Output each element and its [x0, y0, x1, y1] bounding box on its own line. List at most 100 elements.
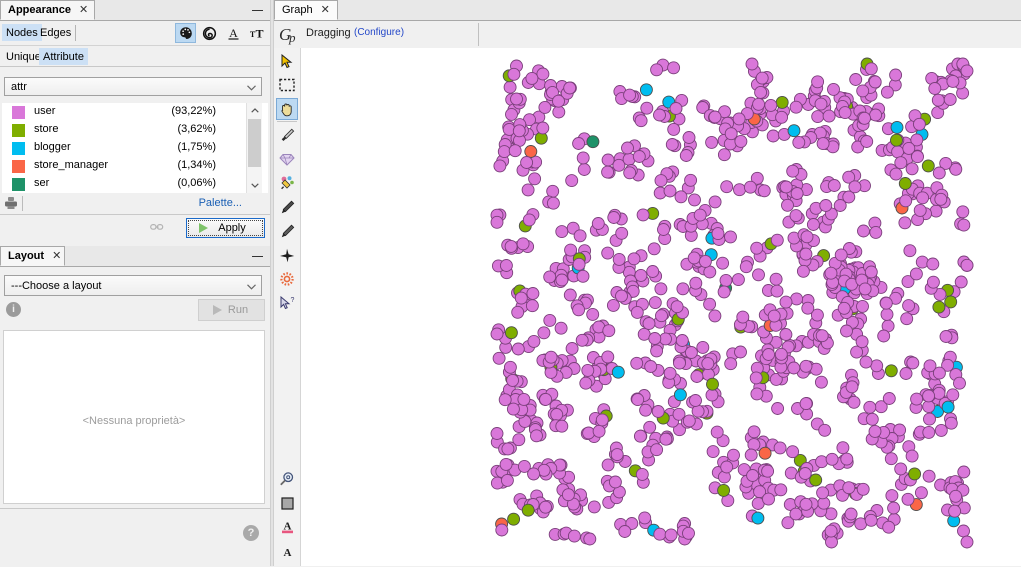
graph-node[interactable]	[856, 84, 870, 98]
graph-node[interactable]	[505, 107, 518, 121]
graph-node[interactable]	[708, 195, 722, 209]
graph-node[interactable]	[860, 135, 874, 148]
layout-select[interactable]: ---Choose a layout	[4, 275, 262, 296]
graph-node[interactable]	[869, 225, 883, 239]
graph-node[interactable]	[550, 408, 564, 421]
graph-node[interactable]	[825, 535, 838, 549]
graph-node[interactable]	[719, 273, 733, 287]
graph-node[interactable]	[696, 340, 710, 354]
graph-node[interactable]	[635, 467, 649, 481]
graph-node[interactable]	[724, 357, 738, 371]
graph-node[interactable]	[689, 394, 702, 407]
graph-node[interactable]	[758, 446, 772, 460]
graph-node[interactable]	[615, 226, 629, 240]
graph-node[interactable]	[601, 153, 615, 167]
graph-node[interactable]	[957, 524, 970, 538]
node-size-icon[interactable]	[199, 23, 220, 43]
graph-node[interactable]	[507, 512, 521, 526]
graph-node[interactable]	[847, 395, 861, 409]
graph-node[interactable]	[752, 97, 766, 111]
graph-node[interactable]	[946, 388, 960, 402]
graph-node[interactable]	[500, 473, 514, 487]
graph-node[interactable]	[734, 345, 747, 359]
layout-minimize-button[interactable]	[252, 250, 263, 261]
graph-node[interactable]	[744, 448, 758, 462]
apply-button[interactable]: Apply	[186, 218, 265, 238]
graph-node[interactable]	[504, 239, 518, 253]
graph-node[interactable]	[762, 492, 775, 506]
graph-node[interactable]	[636, 208, 650, 222]
graph-node[interactable]	[667, 122, 681, 136]
graph-node[interactable]	[909, 267, 923, 281]
graph-node[interactable]	[923, 412, 936, 426]
graph-node[interactable]	[954, 275, 968, 289]
graph-node[interactable]	[659, 432, 673, 446]
graph-node[interactable]	[506, 373, 520, 387]
graph-node[interactable]	[527, 467, 541, 481]
graph-node[interactable]	[631, 393, 645, 407]
plane-heatmap-icon[interactable]	[276, 244, 298, 266]
graph-node[interactable]	[960, 535, 974, 549]
graph-node[interactable]	[922, 469, 936, 483]
graph-node[interactable]	[799, 497, 813, 511]
graph-node[interactable]	[708, 309, 722, 323]
pencil-edge-icon[interactable]	[276, 196, 298, 218]
graph-node[interactable]	[573, 229, 587, 243]
run-button[interactable]: Run	[198, 299, 265, 321]
graph-node[interactable]	[544, 350, 558, 364]
graph-node[interactable]	[684, 346, 698, 359]
graph-node[interactable]	[864, 513, 878, 527]
graph-node[interactable]	[576, 151, 590, 165]
graph-node[interactable]	[563, 81, 577, 95]
graph-node[interactable]	[816, 486, 830, 500]
graph-node[interactable]	[643, 420, 657, 434]
graph-node[interactable]	[899, 367, 913, 380]
graph-node[interactable]	[552, 105, 566, 119]
graph-node[interactable]	[811, 75, 825, 89]
graph-node[interactable]	[563, 288, 577, 302]
graph-node[interactable]	[960, 64, 974, 78]
graph-node[interactable]	[824, 524, 838, 538]
graph-node[interactable]	[664, 528, 678, 542]
graph-node[interactable]	[561, 488, 575, 502]
graph-node[interactable]	[639, 403, 653, 417]
graph-node[interactable]	[567, 529, 581, 543]
graph-node[interactable]	[687, 251, 701, 265]
graph-node[interactable]	[774, 483, 788, 497]
tab-layout-close-icon[interactable]: ✕	[52, 250, 61, 262]
attribute-list-item[interactable]: store_manager (1,34%)	[2, 157, 268, 175]
graph-node[interactable]	[521, 183, 535, 197]
graph-node[interactable]	[586, 307, 600, 321]
graph-node[interactable]	[679, 149, 693, 162]
graph-node[interactable]	[790, 292, 804, 306]
graph-node[interactable]	[752, 268, 765, 282]
diamond-shortest-path-icon[interactable]	[276, 148, 298, 170]
graph-node[interactable]	[941, 400, 955, 414]
graph-node[interactable]	[755, 71, 769, 85]
graph-node[interactable]	[912, 117, 926, 131]
graph-node[interactable]	[879, 296, 893, 310]
graph-node[interactable]	[885, 489, 899, 503]
graph-node[interactable]	[503, 80, 517, 94]
graph-node[interactable]	[522, 213, 536, 227]
graph-node[interactable]	[586, 135, 600, 149]
graph-node[interactable]	[669, 102, 683, 115]
graph-node[interactable]	[779, 328, 793, 341]
graph-canvas[interactable]	[301, 48, 1021, 566]
graph-node[interactable]	[845, 380, 859, 394]
graph-node[interactable]	[789, 100, 803, 114]
graph-node[interactable]	[555, 273, 569, 287]
graph-node[interactable]	[648, 296, 662, 310]
graph-node[interactable]	[796, 264, 810, 278]
graph-node[interactable]	[825, 452, 839, 466]
graph-node[interactable]	[555, 419, 569, 433]
color-swatch[interactable]	[12, 124, 25, 137]
graph-node[interactable]	[840, 324, 853, 338]
graph-node[interactable]	[932, 300, 946, 314]
graph-node[interactable]	[762, 348, 776, 361]
graph-node[interactable]	[877, 329, 891, 343]
graph-node[interactable]	[536, 121, 550, 135]
graph-node[interactable]	[786, 164, 800, 178]
graph-node[interactable]	[834, 248, 848, 262]
graph-node[interactable]	[880, 85, 894, 99]
